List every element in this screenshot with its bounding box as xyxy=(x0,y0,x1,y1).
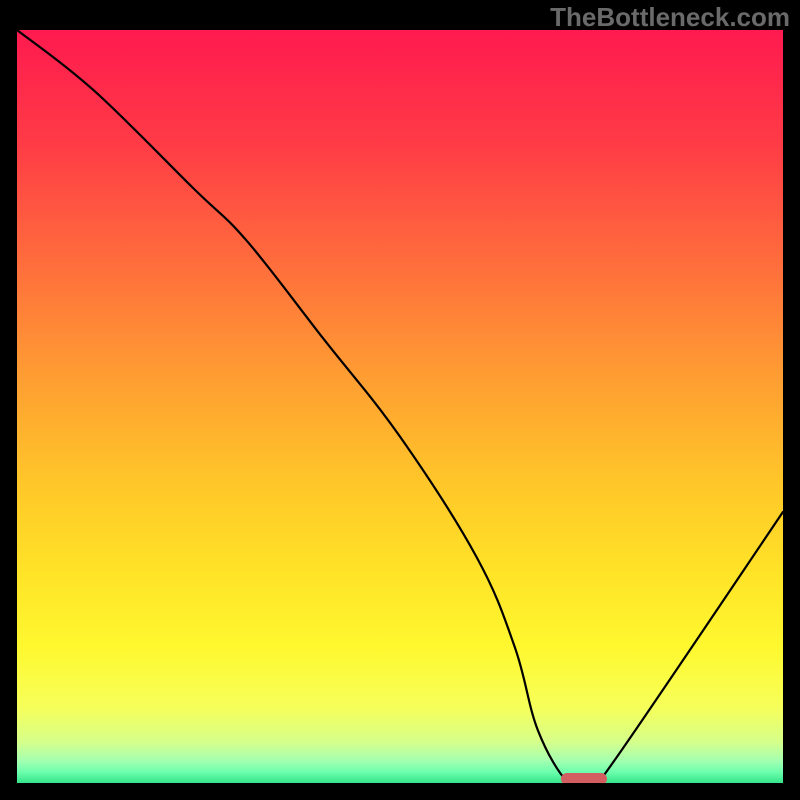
optimal-range-marker xyxy=(561,773,607,783)
gradient-background xyxy=(17,30,783,783)
plot-area xyxy=(17,30,783,783)
chart-frame: TheBottleneck.com xyxy=(0,0,800,800)
chart-svg xyxy=(17,30,783,783)
watermark-text: TheBottleneck.com xyxy=(550,2,790,33)
